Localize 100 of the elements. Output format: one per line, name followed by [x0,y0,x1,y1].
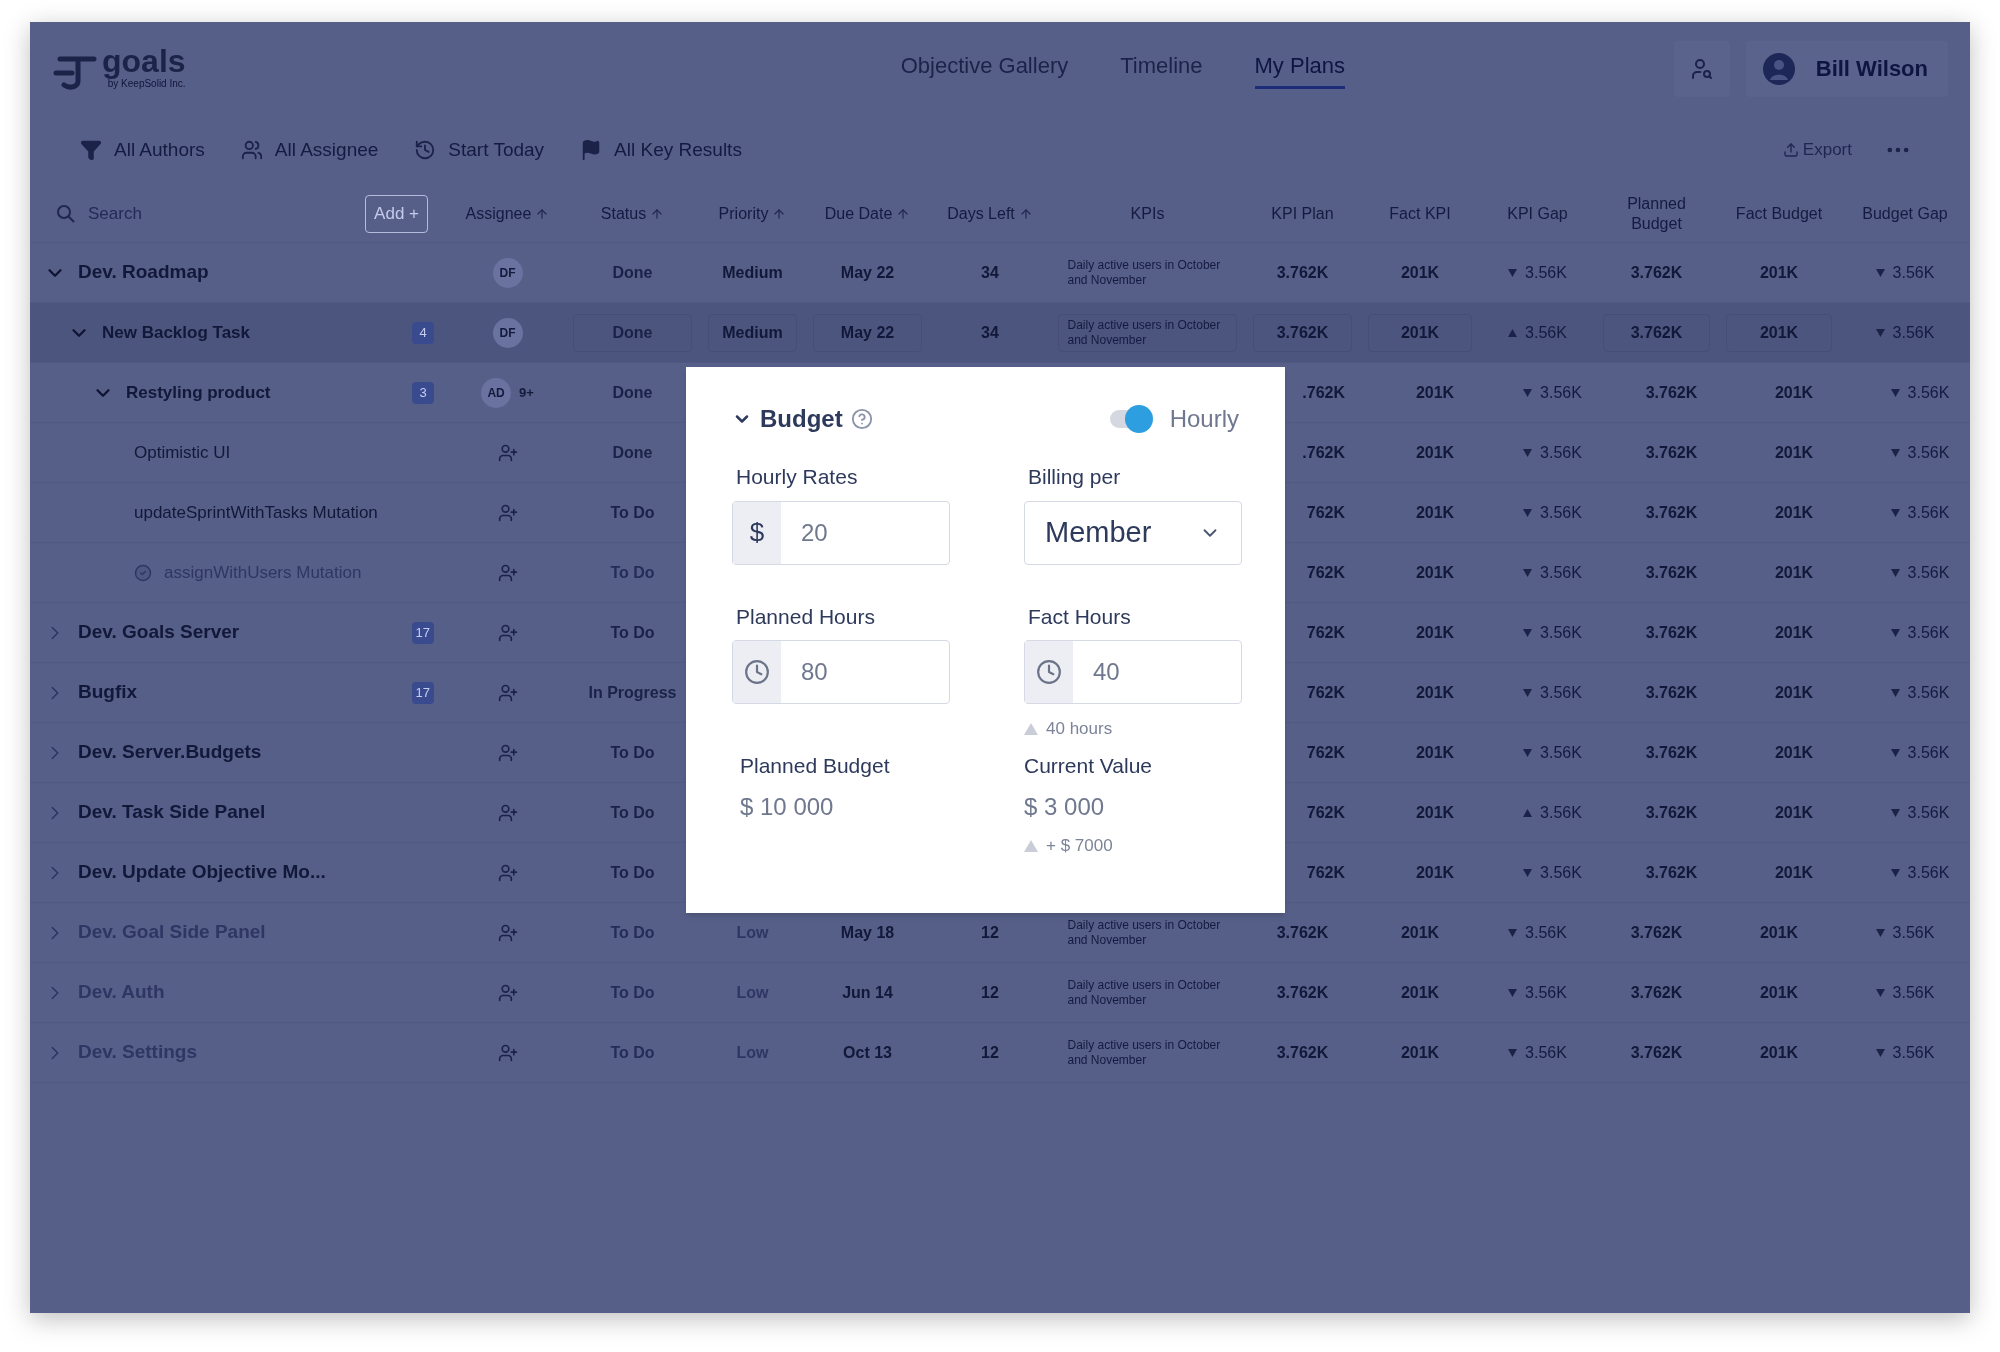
task-name[interactable]: Restyling product [126,379,271,406]
nav-tab[interactable]: Objective Gallery [900,48,1069,89]
hours-input[interactable]: 80 [732,640,950,704]
add-button[interactable]: Add + [365,194,428,233]
filter-button[interactable]: All Key Results [580,135,742,165]
priority-text[interactable]: Medium [722,260,783,285]
kpi-description: Daily active users in October and November [1067,1037,1222,1068]
due-date-text[interactable]: May 22 [840,260,895,285]
status-text[interactable]: To Do [610,620,655,645]
task-name[interactable]: New Backlog Task [102,319,251,346]
people-search-button[interactable] [1673,40,1730,97]
add-assignee-icon[interactable] [497,982,518,1003]
assignee-avatar[interactable]: DF [492,257,523,288]
nav-tab[interactable]: Timeline [1120,48,1203,89]
task-name[interactable]: Dev. Goals Server [78,618,240,647]
budget-gap-value: 3.56K [1907,382,1950,403]
fact-kpi-value: 201K [1400,1042,1440,1063]
input-value: 40 [1093,657,1120,687]
add-assignee-icon[interactable] [497,742,518,763]
kpi-gap-value: 3.56K [1540,682,1582,703]
filter-button[interactable]: All Authors [80,135,205,165]
status-text[interactable]: To Do [610,860,655,885]
budget-gap-value: 3.56K [1907,742,1950,763]
status-text[interactable]: Done [612,380,653,405]
export-button[interactable]: Export [1782,137,1852,163]
kpi-gap-value: 3.56K [1540,802,1582,823]
planned-budget-value: 3.762K [1630,262,1683,283]
add-assignee-icon[interactable] [497,862,518,883]
kpi-gap-value: 3.56K [1540,562,1582,583]
column-header[interactable]: Fact Budget [1735,203,1823,224]
user-menu-button[interactable]: Bill Wilson [1745,40,1948,97]
task-name[interactable]: Dev. Task Side Panel [78,798,266,827]
column-header[interactable]: Fact KPI [1389,203,1451,224]
more-assignees-count[interactable]: 9+ [519,382,534,403]
kpi-plan-value: 3.762K [1276,262,1329,283]
status-text[interactable]: Done [612,260,653,285]
column-header[interactable]: Planned Budget [1603,193,1710,234]
column-header[interactable]: Priority [718,203,787,224]
kpi-plan-value: 3.762K [1276,982,1329,1003]
task-name[interactable]: Optimistic UI [134,439,231,466]
count-badge: 17 [411,681,434,704]
kpi-description: Daily active users in October and November [1067,977,1222,1008]
add-assignee-icon[interactable] [497,682,518,703]
planned-budget-value: 3.762K [1645,382,1698,403]
total-label: Current Value [1024,752,1153,779]
status-text[interactable]: To Do [610,800,655,825]
assignee-avatar[interactable]: AD [481,377,512,408]
task-name[interactable]: Bugfix [78,678,138,707]
due-date-text[interactable]: Oct 13 [843,1040,892,1065]
filter-button[interactable]: All Assignee [240,135,379,165]
nav-tab[interactable]: My Plans [1254,48,1346,89]
due-date-text[interactable]: May 22 [840,320,895,345]
field-label: Planned Hours [736,603,876,630]
add-assignee-icon[interactable] [497,562,518,583]
column-header[interactable]: KPI Plan [1271,203,1334,224]
status-text[interactable]: In Progress [588,680,677,705]
task-name[interactable]: Dev. Update Objective Mo... [78,858,326,887]
budget-gap-value: 3.56K [1907,682,1950,703]
add-assignee-icon[interactable] [497,802,518,823]
add-assignee-icon[interactable] [497,1042,518,1063]
assignee-avatar[interactable]: DF [492,317,523,348]
add-assignee-icon[interactable] [497,502,518,523]
total-label: Planned Budget [740,752,891,779]
fact-budget-value: 201K [1774,622,1814,643]
up-triangle-icon [1024,722,1038,735]
avatar-icon [1761,51,1796,86]
due-date-text[interactable]: May 18 [840,920,895,945]
help-icon[interactable] [850,408,873,430]
planned-budget-value: 3.762K [1645,442,1698,463]
task-name[interactable]: Dev. Server.Budgets [78,738,262,767]
add-assignee-icon[interactable] [497,922,518,943]
rate-input[interactable]: $ 20 [732,500,950,565]
priority-text[interactable]: Medium [722,320,783,345]
status-text[interactable]: To Do [610,740,655,765]
column-header[interactable]: Due Date [824,203,911,224]
status-text[interactable]: To Do [610,500,655,525]
planned-budget-value: 3.762K [1645,862,1698,883]
column-header[interactable]: Assignee [465,203,550,224]
search-person-icon [1689,56,1714,81]
budget-gap-value: 3.56K [1907,802,1950,823]
kpi-gap-value: 3.56K [1540,502,1582,523]
filter-icon [80,139,102,161]
kpi-gap-value: 3.56K [1525,922,1567,943]
column-header[interactable]: KPIs [1130,203,1165,224]
billing-select[interactable]: Member [1024,500,1242,565]
column-header[interactable]: KPI Gap [1507,203,1568,224]
due-date-text[interactable]: Jun 14 [842,980,893,1005]
column-header[interactable]: Status [600,203,665,224]
task-name[interactable]: updateSprintWithTasks Mutation [134,499,378,526]
status-text[interactable]: Done [612,440,653,465]
add-assignee-icon[interactable] [497,622,518,643]
column-header[interactable]: Days Left [947,203,1033,224]
count-badge: 17 [411,621,434,644]
add-assignee-icon[interactable] [497,442,518,463]
logo-tagline: by KeepSolid Inc. [107,78,186,91]
hours-input[interactable]: 40 [1024,640,1242,704]
column-header[interactable]: Budget Gap [1862,203,1948,224]
task-name[interactable]: Dev. Roadmap [78,258,209,287]
fact-budget-value: 201K [1774,802,1814,823]
filter-button[interactable]: Start Today [414,135,545,165]
